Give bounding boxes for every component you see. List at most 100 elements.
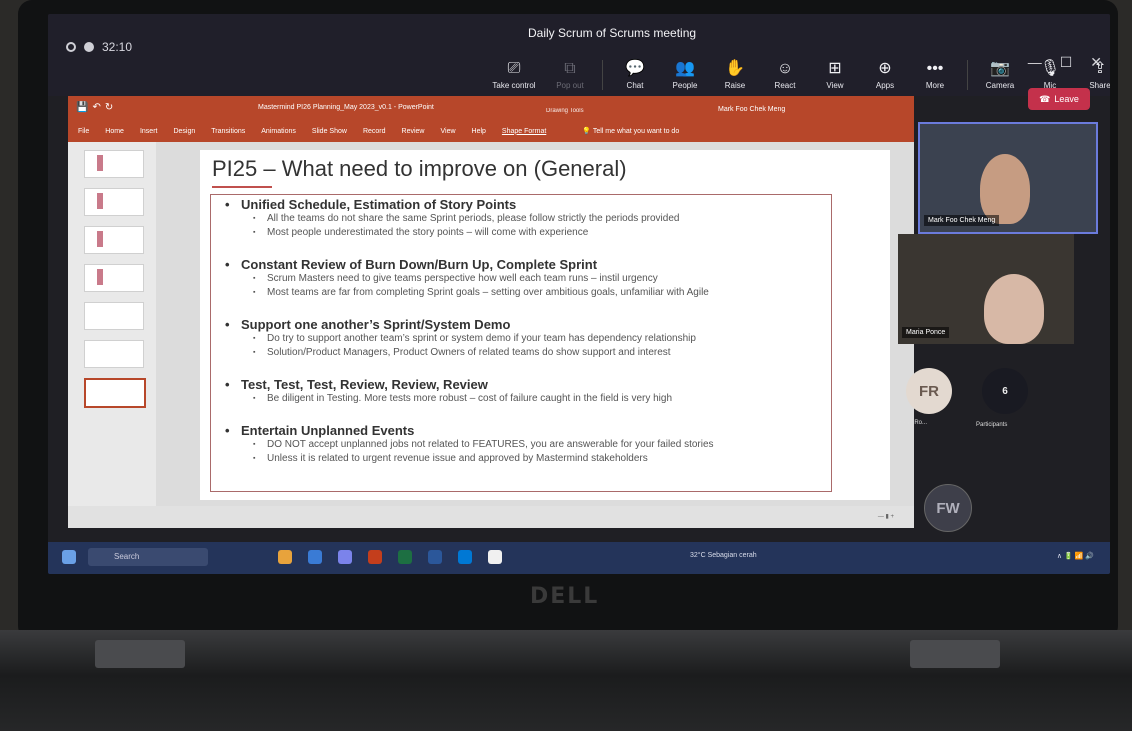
slide-thumbnail[interactable] [84, 302, 144, 330]
chat-icon: 💬 [625, 60, 645, 77]
share-button[interactable]: ⇪ Share [1078, 60, 1110, 90]
slide-thumbnail[interactable] [84, 340, 144, 368]
word-icon[interactable] [428, 550, 442, 564]
tab-shape-format[interactable]: Shape Format [502, 128, 546, 135]
chrome-icon[interactable] [488, 550, 502, 564]
tab-view[interactable]: View [440, 128, 455, 135]
user-name: Mark Foo Chek Meng [718, 106, 786, 113]
laptop-screen: 32:10 Daily Scrum of Scrums meeting — ☐ … [48, 14, 1110, 574]
tab-record[interactable]: Record [363, 128, 386, 135]
powerpoint-window: 💾↶↻ Mastermind PI26 Planning_May 2023_v0… [68, 96, 914, 528]
section-bullet: Do try to support another team’s sprint … [253, 332, 696, 346]
quick-access-toolbar[interactable]: 💾↶↻ [76, 102, 117, 113]
mic-button[interactable]: 🎙 Mic [1028, 60, 1072, 90]
recording-icon [84, 42, 94, 52]
section-heading: Test, Test, Test, Review, Review, Review [225, 377, 672, 392]
slide-canvas[interactable]: PI25 – What need to improve on (General)… [200, 150, 890, 500]
ppt-titlebar: 💾↶↻ Mastermind PI26 Planning_May 2023_v0… [68, 96, 914, 120]
pop-out-button[interactable]: ⧉ Pop out [548, 60, 592, 90]
tab-transitions[interactable]: Transitions [211, 128, 245, 135]
section-bullet: Be diligent in Testing. More tests more … [253, 392, 672, 406]
section-heading: Support one another’s Sprint/System Demo [225, 317, 696, 332]
mic-off-icon: 🎙 [1039, 60, 1061, 77]
take-control-button[interactable]: ⎚ Take control [486, 60, 542, 90]
more-button[interactable]: ••• More [913, 60, 957, 90]
slide-thumbnail[interactable] [84, 150, 144, 178]
start-icon[interactable] [62, 550, 76, 564]
chat-button[interactable]: 💬 Chat [613, 60, 657, 90]
thumbnail-graphic [97, 269, 103, 285]
tab-file[interactable]: File [78, 128, 89, 135]
view-button[interactable]: ⊞ View [813, 60, 857, 90]
meeting-timer: 32:10 [66, 40, 132, 54]
tab-review[interactable]: Review [402, 128, 425, 135]
thumbnail-graphic [97, 193, 103, 209]
section-bullet: Scrum Masters need to give teams perspec… [253, 272, 709, 286]
participant-name: Feryan Ro... [894, 420, 928, 426]
powerpoint-icon[interactable] [368, 550, 382, 564]
excel-icon[interactable] [398, 550, 412, 564]
tab-help[interactable]: Help [472, 128, 486, 135]
tab-insert[interactable]: Insert [140, 128, 158, 135]
tab-animations[interactable]: Animations [261, 128, 296, 135]
participant-avatar[interactable]: FW [924, 484, 972, 532]
slide-thumbnail[interactable] [84, 226, 144, 254]
video-tile-presenter[interactable]: Mark Foo Chek Meng [918, 122, 1098, 234]
tab-home[interactable]: Home [105, 128, 124, 135]
system-tray[interactable]: ∧ 🔋 📶 🔊 [1057, 552, 1094, 560]
people-icon: 👥 [675, 60, 695, 77]
participant-avatar[interactable]: FR [906, 368, 952, 414]
thumbnail-graphic [97, 231, 103, 247]
people-button[interactable]: 👥 People [663, 60, 707, 90]
section-bullet: Most people underestimated the story poi… [253, 226, 679, 240]
slide-thumbnail-selected[interactable] [84, 378, 146, 408]
section-bullet: All the teams do not share the same Spri… [253, 212, 679, 226]
taskbar-search[interactable]: Search [88, 548, 208, 566]
video-tile-participant[interactable]: Maria Ponce [898, 234, 1074, 344]
outlook-icon[interactable] [458, 550, 472, 564]
tab-design[interactable]: Design [173, 128, 195, 135]
section-heading: Constant Review of Burn Down/Burn Up, Co… [225, 257, 709, 272]
participant-video [980, 154, 1030, 224]
dell-logo: DELL [530, 584, 600, 609]
section-heading: Unified Schedule, Estimation of Story Po… [225, 197, 679, 212]
raise-hand-button[interactable]: ✋ Raise [713, 60, 757, 90]
section-heading: Entertain Unplanned Events [225, 423, 714, 438]
tell-me-search[interactable]: 💡 Tell me what you want to do [582, 127, 679, 135]
participant-name: Maria Ponce [902, 327, 950, 338]
apps-button[interactable]: ⊕ Apps [863, 60, 907, 90]
slide-editor: PI25 – What need to improve on (General)… [156, 142, 914, 506]
raise-hand-icon: ✋ [725, 60, 745, 77]
more-participants-label: Participants [976, 422, 1008, 428]
title-underline [212, 186, 272, 188]
section-5: Entertain Unplanned Events DO NOT accept… [225, 423, 714, 466]
section-bullet: DO NOT accept unplanned jobs not related… [253, 438, 714, 452]
section-bullet: Solution/Product Managers, Product Owner… [253, 346, 696, 360]
pop-out-icon: ⧉ [564, 60, 576, 77]
thumbnail-graphic [97, 155, 103, 171]
leave-button[interactable]: ☎ Leave [1028, 88, 1090, 110]
edge-icon[interactable] [308, 550, 322, 564]
react-button[interactable]: ☺ React [763, 60, 807, 90]
teams-icon[interactable] [338, 550, 352, 564]
apps-icon: ⊕ [878, 60, 892, 77]
section-3: Support one another’s Sprint/System Demo… [225, 317, 696, 360]
meeting-title: Daily Scrum of Scrums meeting [528, 26, 697, 40]
slide-thumbnails-pane [68, 142, 156, 506]
slide-thumbnail[interactable] [84, 188, 144, 216]
content-textbox[interactable]: Unified Schedule, Estimation of Story Po… [210, 194, 832, 492]
slide-thumbnail[interactable] [84, 264, 144, 292]
zoom-control[interactable]: — ▮ + [878, 513, 894, 520]
ribbon-tabs: File Home Insert Design Transitions Anim… [68, 120, 914, 142]
tab-slide-show[interactable]: Slide Show [312, 128, 347, 135]
explorer-icon[interactable] [278, 550, 292, 564]
toolbar-divider [967, 60, 968, 90]
hinge-right [910, 640, 1000, 668]
teams-meeting-bar: 32:10 Daily Scrum of Scrums meeting — ☐ … [48, 14, 1110, 96]
weather-widget[interactable]: 32°C Sebagian cerah [690, 552, 757, 559]
section-bullet: Unless it is related to urgent revenue i… [253, 452, 714, 466]
slide-title[interactable]: PI25 – What need to improve on (General) [212, 156, 627, 182]
more-participants-button[interactable]: 6 [982, 368, 1028, 414]
camera-button[interactable]: 📷 Camera [978, 60, 1022, 90]
meeting-toolbar: ⎚ Take control ⧉ Pop out 💬 Chat 👥 People ✋ Ra… [486, 60, 1110, 90]
